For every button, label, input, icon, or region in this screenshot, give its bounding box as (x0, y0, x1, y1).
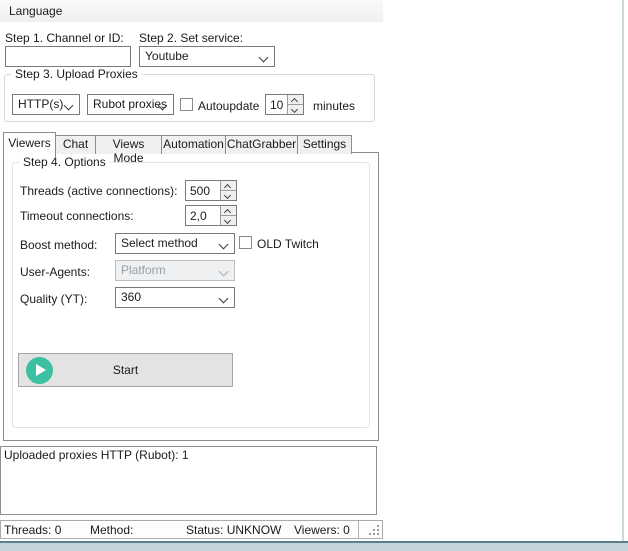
boost-method-label: Boost method: (20, 238, 97, 252)
spin-down-button[interactable] (221, 190, 236, 200)
boost-method-value: Select method (121, 236, 198, 250)
status-threads: Threads: 0 (4, 523, 61, 537)
log-line: Uploaded proxies HTTP (Rubot): 1 (4, 448, 373, 462)
step2-label: Step 2. Set service: (139, 31, 243, 45)
autoupdate-interval-stepper[interactable]: 10 (265, 94, 304, 115)
tab-chat[interactable]: Chat (55, 135, 96, 154)
old-twitch-label: OLD Twitch (257, 237, 319, 251)
proxy-protocol-value: HTTP(s) (18, 97, 63, 111)
chevron-down-icon (64, 101, 74, 111)
spin-up-button[interactable] (221, 181, 236, 190)
status-method: Method: (90, 523, 133, 537)
right-edge-line (622, 0, 624, 551)
play-icon (26, 357, 53, 384)
service-select[interactable]: Youtube (139, 46, 275, 67)
start-button[interactable]: Start (18, 353, 233, 387)
service-select-value: Youtube (145, 49, 189, 63)
timeout-label: Timeout connections: (20, 209, 134, 223)
threads-label: Threads (active connections): (20, 184, 177, 198)
upload-proxies-group-title: Step 3. Upload Proxies (11, 67, 142, 81)
user-agents-label: User-Agents: (20, 265, 90, 279)
tab-settings[interactable]: Settings (297, 135, 352, 154)
threads-stepper[interactable]: 500 (185, 180, 237, 201)
tab-chatgrabber[interactable]: ChatGrabber (225, 135, 298, 154)
status-viewers: Viewers: 0 (294, 523, 350, 537)
spin-down-button[interactable] (221, 215, 236, 225)
timeout-value: 2,0 (186, 206, 220, 225)
start-button-label: Start (113, 363, 138, 377)
spin-down-icon (224, 217, 231, 224)
tab-automation[interactable]: Automation (161, 135, 226, 154)
step1-label: Step 1. Channel or ID: (5, 31, 124, 45)
status-bar: Threads: 0 Method: Status: UNKNOW Viewer… (0, 520, 383, 539)
chevron-down-icon (219, 294, 229, 304)
resize-grip-cell (358, 521, 382, 538)
autoupdate-label: Autoupdate (198, 99, 259, 113)
minutes-label: minutes (313, 99, 355, 113)
bottom-window-band (0, 543, 628, 551)
autoupdate-checkbox[interactable] (180, 98, 193, 111)
log-output[interactable]: Uploaded proxies HTTP (Rubot): 1 (0, 446, 377, 515)
user-agents-select[interactable]: Platform (115, 260, 235, 281)
spin-down-button[interactable] (288, 104, 303, 114)
spin-up-button[interactable] (221, 206, 236, 215)
proxy-protocol-select[interactable]: HTTP(s) (12, 94, 80, 115)
options-group-title: Step 4. Options (19, 155, 110, 169)
spin-up-button[interactable] (288, 95, 303, 104)
status-status: Status: UNKNOW (186, 523, 281, 537)
menu-bar: Language (0, 0, 383, 22)
chevron-down-icon (259, 53, 269, 63)
threads-value: 500 (186, 181, 220, 200)
spin-down-icon (224, 192, 231, 199)
timeout-stepper[interactable]: 2,0 (185, 205, 237, 226)
proxy-source-value: Rubot proxies (93, 97, 167, 111)
resize-grip[interactable] (369, 525, 379, 535)
proxy-source-select[interactable]: Rubot proxies (87, 94, 174, 115)
channel-input[interactable] (5, 46, 131, 67)
menu-item-language[interactable]: Language (0, 0, 71, 22)
quality-label: Quality (YT): (20, 292, 87, 306)
quality-value: 360 (121, 290, 141, 304)
quality-select[interactable]: 360 (115, 287, 235, 308)
tab-viewers[interactable]: Viewers (3, 132, 56, 157)
tab-views-mode[interactable]: Views Mode (95, 135, 162, 154)
app-window: Language Step 1. Channel or ID: Step 2. … (0, 0, 628, 551)
autoupdate-interval-value: 10 (266, 95, 287, 114)
chevron-down-icon (219, 267, 229, 277)
user-agents-value: Platform (121, 263, 166, 277)
spin-down-icon (291, 106, 298, 113)
boost-method-select[interactable]: Select method (115, 233, 235, 254)
old-twitch-checkbox[interactable] (239, 236, 252, 249)
chevron-down-icon (219, 240, 229, 250)
